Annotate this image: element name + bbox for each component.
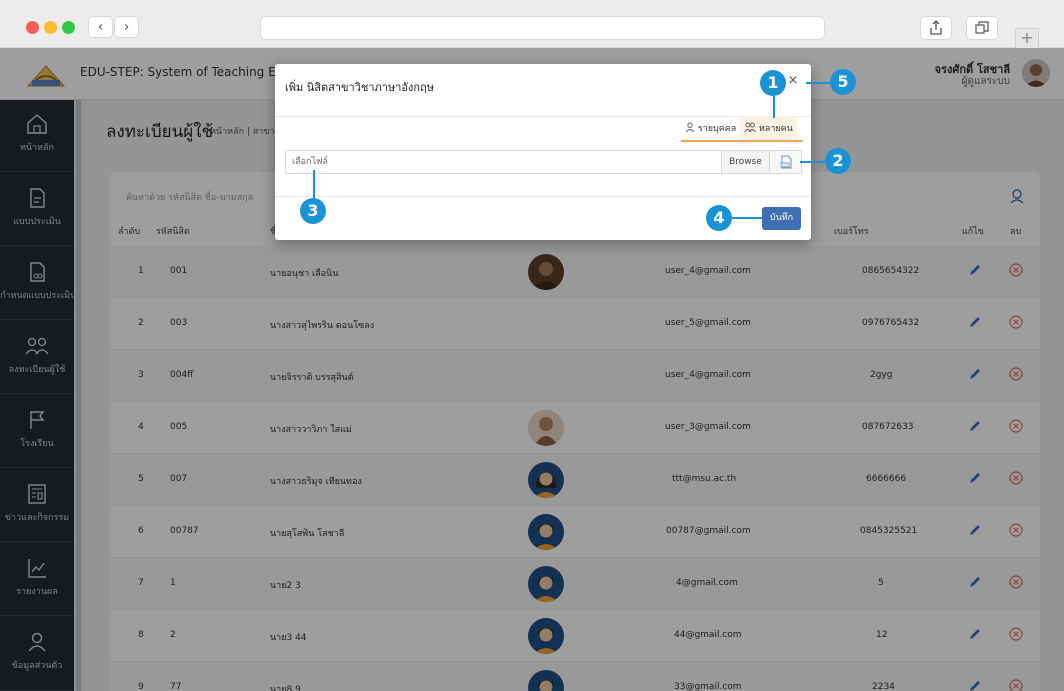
share-icon [930,20,942,35]
users-icon [744,122,756,133]
callout-line-2 [800,161,826,163]
person-icon [685,122,695,133]
tab-label: รายบุคคล [697,124,737,134]
plus-icon: + [1020,28,1034,47]
close-button[interactable]: × [785,73,801,89]
window-minimize-dot[interactable] [44,21,57,34]
callout-line-5 [806,82,830,84]
callout-line-1 [773,96,775,118]
callout-3: 3 [300,198,326,224]
browser-chrome: ‹ › + [0,0,1064,48]
save-button[interactable]: บันทึก [762,207,801,230]
chevron-left-icon: ‹ [97,19,104,35]
tab-label: หลายคน [758,124,793,134]
callout-1: 1 [760,70,786,96]
window-close-dot[interactable] [26,21,39,34]
callout-2: 2 [825,148,851,174]
callout-4: 4 [706,205,732,231]
forward-button[interactable]: › [114,16,139,38]
download-template-button[interactable] [769,151,801,173]
chevron-right-icon: › [123,19,130,35]
new-tab-button[interactable]: + [1015,28,1039,48]
file-icon [780,155,792,169]
back-button[interactable]: ‹ [88,16,113,38]
browse-button[interactable]: Browse [721,151,769,173]
file-placeholder: เลือกไฟล์ [292,157,328,167]
callout-line-4 [730,217,762,219]
tabs-button[interactable] [966,16,998,40]
share-button[interactable] [920,16,952,40]
window-maximize-dot[interactable] [62,21,75,34]
file-input[interactable]: เลือกไฟล์ Browse [285,150,802,174]
modal-divider [275,196,811,197]
tab-individual[interactable]: รายบุคคล [681,116,740,142]
callout-5: 5 [830,69,856,95]
tabs-icon [975,21,989,34]
tab-multiple[interactable]: หลายคน [740,116,797,142]
tab-underline [681,140,803,142]
modal-title: เพิ่ม นิสิตสาขาวิชาภาษาอังกฤษ [285,81,434,94]
callout-line-3 [313,170,315,200]
url-bar[interactable] [260,16,825,40]
